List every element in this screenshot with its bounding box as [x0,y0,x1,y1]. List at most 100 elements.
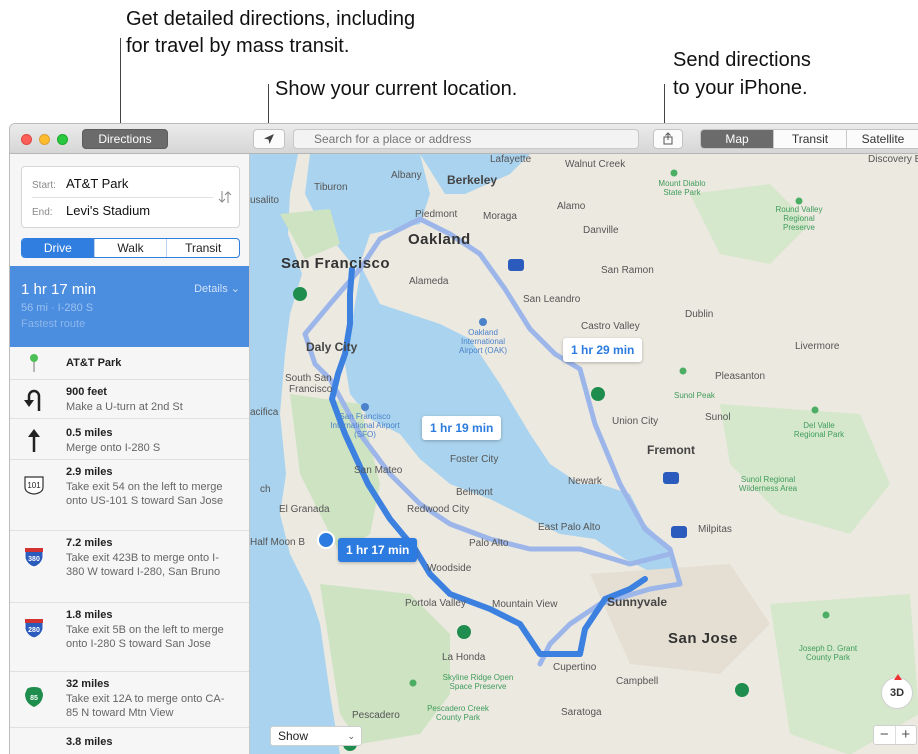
start-label: Start: [32,180,56,191]
step-distance: 3.8 miles [66,736,113,748]
zoom-out-button[interactable]: − [874,726,896,744]
map-label-el-granada: El Granada [279,504,330,515]
park-marker-icon [670,169,678,177]
current-location-button[interactable] [253,129,285,149]
route-label-primary[interactable]: 1 hr 17 min [338,538,418,562]
map-label-cupertino: Cupertino [553,662,597,673]
step-description: Make a U-turn at 2nd St [66,401,183,413]
show-menu-label: Show [278,729,309,743]
shield-880-icon [671,526,687,538]
callout-directions-line [120,38,121,128]
chevron-down-icon: ⌄ [347,731,355,741]
park-marker-icon [409,679,417,687]
step-distance: 0.5 miles [66,427,113,439]
transport-mode-control: Drive Walk Transit [21,238,240,258]
airport-sfo-icon [361,403,369,411]
directions-sidebar: Start: AT&T Park End: Levi's Stadium Drive… [10,154,250,754]
map-label-skyline-ridge: Skyline Ridge Open Space Preserve [442,673,514,691]
map-label-sunol-peak: Sunol Peak [674,391,715,400]
callout-send-line [664,84,665,128]
zoom-button[interactable] [57,134,68,145]
park-marker-icon [679,367,687,375]
swap-icon[interactable] [217,189,233,205]
map-label-mount-diablo: Mount Diablo State Park [658,179,706,197]
map-label-sunnyvale: Sunnyvale [607,595,668,609]
map-label-milpitas: Milpitas [698,524,732,535]
3d-button-label: 3D [889,687,905,699]
route-label-alt-1hr29[interactable]: 1 hr 29 min [563,338,643,362]
step-start[interactable]: AT&T Park [10,347,249,380]
map-label-walnut-creek: Walnut Creek [565,159,626,170]
map-label-sunol-regional: Sunol Regional Wilderness Area [738,475,798,493]
straight-arrow-icon [20,428,48,452]
start-row[interactable]: Start: AT&T Park [32,176,128,191]
step-us-101[interactable]: 101 2.9 miles Take exit 54 on the left t… [10,460,249,531]
share-icon [663,132,673,145]
mode-transit[interactable]: Transit [167,239,239,257]
step-i-280[interactable]: 280 1.8 miles Take exit 5B on the left t… [10,603,249,672]
selected-route-card[interactable]: 1 hr 17 min 56 mi · I-280 S Fastest rout… [10,266,249,347]
zoom-in-button[interactable]: + [896,726,917,744]
step-merge-i280[interactable]: 0.5 miles Merge onto I-280 S [10,419,249,460]
map-label-round-valley: Round Valley Regional Preserve [775,205,823,232]
show-menu[interactable]: Show ⌄ [270,726,362,746]
park-marker-icon [795,197,803,205]
shield-680-icon [663,472,679,484]
map-label-redwood-city: Redwood City [407,504,470,515]
map-type-satellite[interactable]: Satellite [847,130,918,148]
map-label-portola-valley: Portola Valley [405,598,466,609]
map-label-san-mateo: San Mateo [354,465,403,476]
route-distance: 56 mi · I-280 S [21,302,94,314]
map-type-map[interactable]: Map [701,130,774,148]
map-label-pleasanton: Pleasanton [715,371,766,382]
pin-icon [20,353,48,373]
map-label-acifica: acifica [250,407,279,418]
map-label-woodside: Woodside [427,563,472,574]
callout-location-line [268,84,269,128]
details-button[interactable]: Details ⌄ [194,282,240,295]
directions-steps: AT&T Park 900 feet Make a U-turn at 2nd … [10,347,249,754]
mode-walk[interactable]: Walk [95,239,168,257]
map-label-discovery-bay: Discovery Bay [868,154,918,165]
shield-238-icon [591,387,605,401]
step-distance: AT&T Park [66,357,122,369]
step-partial[interactable]: 3.8 miles [10,728,249,754]
close-button[interactable] [21,134,32,145]
map-label-foster-city: Foster City [450,454,499,465]
map-label-fremont: Fremont [647,443,695,457]
map-view[interactable]: San Francisco Oakland Berkeley Daly City… [250,154,918,754]
callout-location: Show your current location. [275,78,518,100]
step-description: Take exit 54 on the left to merge onto U… [66,481,224,507]
directions-button[interactable]: Directions [82,129,168,149]
map-label-alameda: Alameda [409,276,449,287]
state-route-85-shield-number: 85 [30,695,38,702]
callout-send-line2: to your iPhone. [673,77,808,99]
map-label-south-sf-2: Francisco [289,384,333,395]
step-description: Merge onto I-280 S [66,442,161,454]
step-i-380[interactable]: 380 7.2 miles Take exit 423B to merge on… [10,531,249,603]
map-label-union-city: Union City [612,416,659,427]
step-description: Take exit 12A to merge onto CA-85 N towa… [66,693,225,719]
map-label-east-palo-alto: East Palo Alto [538,522,601,533]
share-button[interactable] [653,129,683,149]
mode-drive[interactable]: Drive [22,239,95,257]
search-input[interactable] [293,129,639,149]
route-note: Fastest route [21,318,86,330]
shield-35-icon [457,625,471,639]
interstate-380-shield-icon: 380 [20,546,48,568]
minimize-button[interactable] [39,134,50,145]
map-label-belmont: Belmont [456,487,493,498]
map-label-danville: Danville [583,225,619,236]
step-u-turn[interactable]: 900 feet Make a U-turn at 2nd St [10,380,249,419]
park-marker-icon [822,611,830,619]
end-row[interactable]: End: Levi's Stadium [32,203,150,218]
route-label-alt-1hr19[interactable]: 1 hr 19 min [422,416,502,440]
map-label-daly-city: Daly City [306,340,358,354]
callout-directions-line2: for travel by mass transit. [126,35,350,57]
compass-north-icon [894,674,902,680]
map-type-transit[interactable]: Transit [774,130,847,148]
start-value: AT&T Park [66,176,129,191]
current-location-dot[interactable] [319,533,333,547]
step-ca-85[interactable]: 85 32 miles Take exit 12A to merge onto … [10,672,249,728]
3d-button[interactable]: 3D [881,674,913,709]
